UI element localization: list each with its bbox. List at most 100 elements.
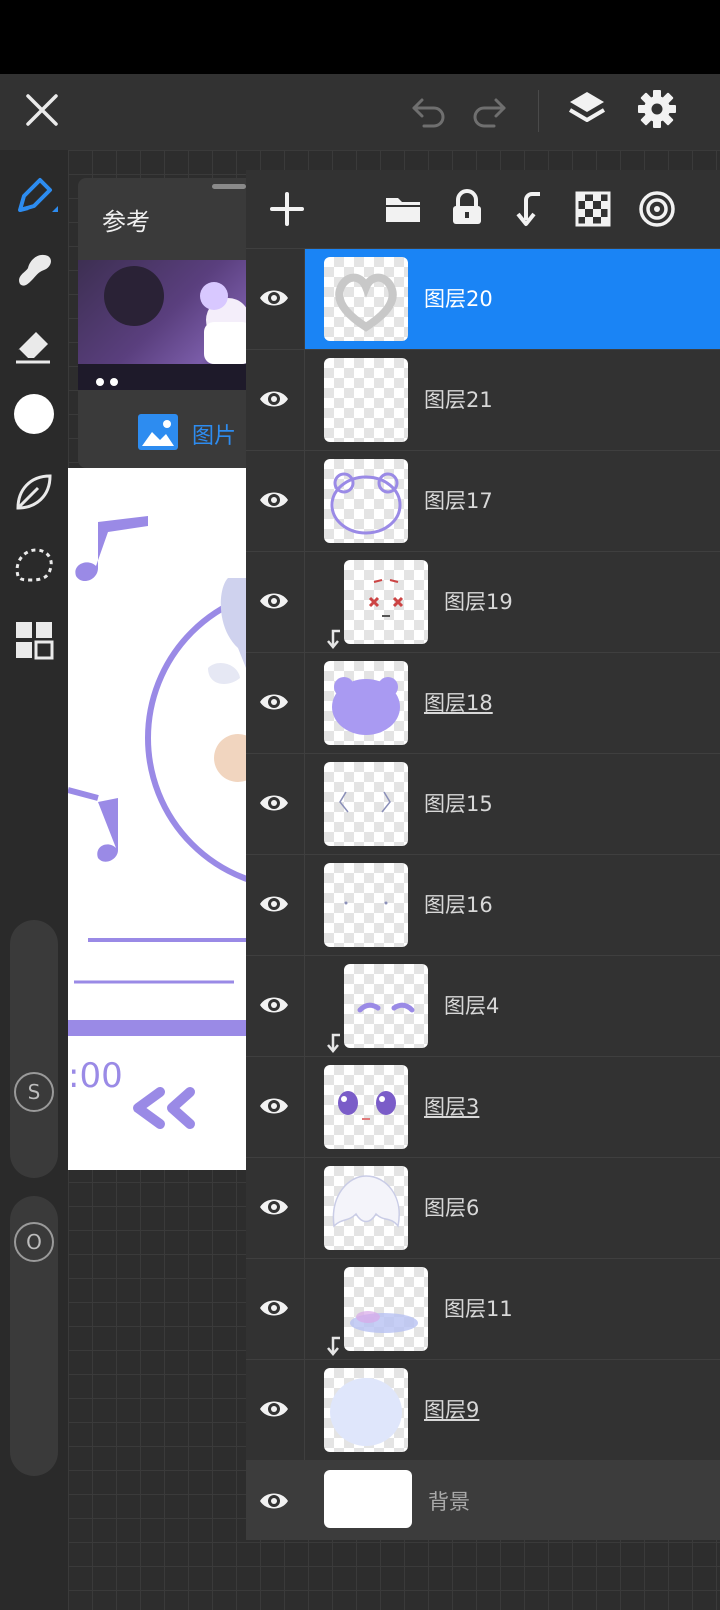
thumbnail-art — [324, 358, 408, 442]
top-toolbar — [0, 74, 720, 150]
visibility-eye-icon[interactable] — [258, 891, 290, 917]
leaf-icon[interactable] — [10, 468, 58, 516]
reference-image[interactable] — [78, 260, 268, 390]
background-layer-name: 背景 — [428, 1490, 470, 1514]
background-layer-row[interactable]: 背景 — [246, 1460, 720, 1540]
layer-thumbnail — [344, 560, 428, 644]
opacity-slider[interactable]: O — [10, 1196, 58, 1476]
visibility-eye-icon[interactable] — [258, 1396, 290, 1422]
thumbnail-art — [368, 579, 404, 617]
brush-size-slider[interactable]: S — [10, 920, 58, 1178]
visibility-eye-icon[interactable] — [258, 790, 290, 816]
layer-thumbnail — [324, 1166, 408, 1250]
reference-tab-image[interactable]: 图片 — [136, 412, 236, 456]
thumbnail-art — [350, 1311, 418, 1333]
thumbnail-art — [357, 1002, 415, 1013]
grid-icon[interactable] — [10, 616, 58, 664]
layer-name: 图层19 — [444, 590, 513, 614]
layer-name: 图层4 — [444, 994, 500, 1018]
layer-row[interactable]: 图层17 — [246, 450, 720, 551]
opacity-knob[interactable]: O — [14, 1222, 54, 1262]
layer-name: 图层6 — [424, 1196, 480, 1220]
add-icon[interactable] — [266, 188, 308, 230]
layer-name: 图层17 — [424, 489, 493, 513]
layer-row[interactable]: 图层21 — [246, 349, 720, 450]
row-divider — [304, 1158, 305, 1258]
visibility-eye-icon[interactable] — [258, 487, 290, 513]
gear-icon[interactable] — [636, 88, 678, 130]
visibility-eye-icon[interactable] — [258, 1194, 290, 1220]
visibility-eye-icon[interactable] — [258, 1295, 290, 1321]
redo-icon[interactable] — [470, 92, 508, 130]
reference-artwork — [78, 266, 268, 390]
layers-icon[interactable] — [566, 88, 608, 130]
lock-icon[interactable] — [446, 188, 488, 230]
layer-name: 图层18 — [424, 691, 493, 715]
layer-thumbnail — [324, 358, 408, 442]
layer-row[interactable]: 图层6 — [246, 1157, 720, 1258]
visibility-eye-icon[interactable] — [258, 1488, 290, 1514]
brush-pen-icon[interactable] — [10, 172, 58, 220]
layer-name: 图层9 — [424, 1398, 480, 1422]
row-divider — [304, 855, 305, 955]
lasso-select-icon[interactable] — [10, 542, 58, 590]
eraser-icon[interactable] — [10, 320, 58, 368]
layer-row[interactable]: 图层16 — [246, 854, 720, 955]
smudge-icon[interactable] — [10, 246, 58, 294]
row-divider — [304, 653, 305, 753]
reference-panel: 参考 图片 — [78, 178, 268, 468]
transparency-icon[interactable] — [572, 188, 614, 230]
row-divider — [304, 1360, 305, 1460]
row-divider — [304, 552, 305, 652]
layers-toolbar — [246, 170, 720, 248]
thumbnail-art — [338, 1091, 396, 1120]
layer-thumbnail — [324, 863, 408, 947]
layer-row[interactable]: 图层15 — [246, 753, 720, 854]
panel-grip[interactable] — [212, 184, 246, 189]
canvas-artwork[interactable]: :00 — [68, 468, 246, 1170]
layer-thumbnail — [324, 1368, 408, 1452]
thumbnail-art — [330, 1378, 402, 1446]
folder-icon[interactable] — [382, 188, 424, 230]
layer-thumbnail — [324, 257, 408, 341]
undo-icon[interactable] — [410, 92, 448, 130]
layer-row[interactable]: 图层20 — [246, 248, 720, 349]
visibility-eye-icon[interactable] — [258, 386, 290, 412]
layer-thumbnail — [344, 1267, 428, 1351]
reference-title: 参考 — [102, 208, 150, 236]
visibility-eye-icon[interactable] — [258, 992, 290, 1018]
layer-row[interactable]: 图层19 — [246, 551, 720, 652]
layer-thumbnail — [324, 459, 408, 543]
layer-name: 图层3 — [424, 1095, 480, 1119]
row-divider — [304, 451, 305, 551]
layer-row[interactable]: 图层3 — [246, 1056, 720, 1157]
merge-down-icon[interactable] — [510, 188, 552, 230]
clipping-mask-icon — [327, 1336, 340, 1356]
visibility-eye-icon[interactable] — [258, 285, 290, 311]
close-icon[interactable] — [24, 92, 60, 128]
target-icon[interactable] — [636, 188, 678, 230]
row-divider — [304, 350, 305, 450]
layer-thumbnail — [324, 762, 408, 846]
visibility-eye-icon[interactable] — [258, 588, 290, 614]
thumbnail-art — [339, 791, 391, 813]
layer-row[interactable]: 图层18 — [246, 652, 720, 753]
reference-tab-label: 图片 — [192, 424, 237, 449]
layer-name: 图层11 — [444, 1297, 513, 1321]
layer-row[interactable]: 图层11 — [246, 1258, 720, 1359]
visibility-eye-icon[interactable] — [258, 1093, 290, 1119]
row-divider — [304, 1057, 305, 1157]
thumbnail-art — [332, 677, 400, 735]
thumbnail-art — [332, 1175, 400, 1228]
clipping-mask-icon — [327, 629, 340, 649]
thumbnail-art — [344, 901, 388, 905]
color-swatch[interactable] — [14, 394, 54, 434]
layer-row[interactable]: 图层4 — [246, 955, 720, 1056]
layers-panel: 图层20 图层21 图层17 图层19 图层18 图层15 图层16 图层4 图层3 图层6 图层1… — [246, 170, 720, 1540]
brush-size-knob[interactable]: S — [14, 1072, 54, 1112]
row-divider — [304, 1259, 305, 1359]
divider — [538, 90, 539, 132]
visibility-eye-icon[interactable] — [258, 689, 290, 715]
image-icon — [138, 414, 178, 450]
layer-row[interactable]: 图层9 — [246, 1359, 720, 1460]
